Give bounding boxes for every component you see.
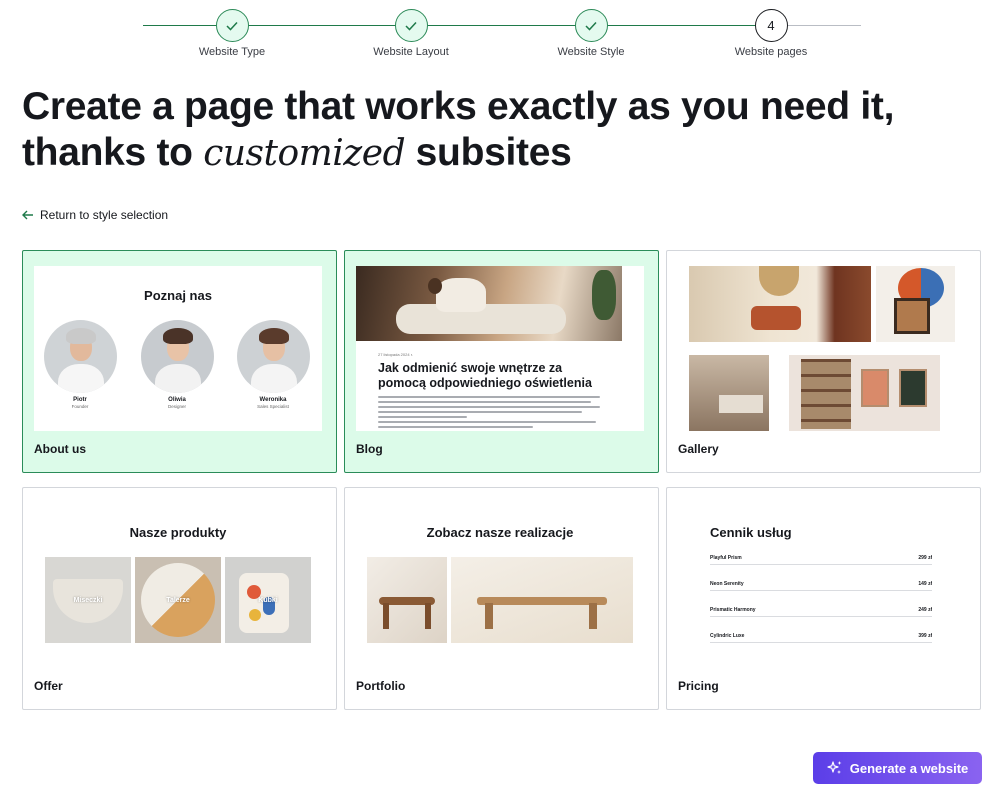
- gallery-image: [689, 355, 769, 431]
- step-website-type[interactable]: Website Type: [172, 9, 292, 58]
- title-line-1: Create a page that works exactly as you …: [22, 85, 895, 128]
- price-item-name: Prismatic Harmony: [710, 607, 756, 613]
- card-label: Gallery: [678, 442, 719, 456]
- step-label: Website Layout: [373, 46, 449, 58]
- blog-hero-image: [356, 266, 622, 341]
- team-photo: [43, 320, 117, 393]
- generate-website-button[interactable]: Generate a website: [813, 752, 982, 784]
- card-label: Blog: [356, 442, 383, 456]
- team-photo: [140, 320, 214, 393]
- gallery-preview: [678, 266, 966, 431]
- price-item-name: Neon Serenity: [710, 581, 744, 587]
- step-label: Website pages: [734, 46, 808, 58]
- team-member: Oliwia Designer: [137, 320, 217, 409]
- preview-title: Nasze produkty: [129, 525, 227, 540]
- page-card-about-us[interactable]: Poznaj nas Piotr Founder Oliwia Designer: [22, 250, 337, 473]
- team-member: Piotr Founder: [40, 320, 120, 409]
- blog-preview: 27 listopada 2024 r. Jak odmienić swoje …: [356, 266, 644, 431]
- sparkles-icon: [827, 761, 842, 774]
- portfolio-image: [367, 557, 447, 643]
- portfolio-preview: Zobacz nasze realizacje: [356, 503, 644, 668]
- title-line-2-start: thanks to: [22, 131, 204, 174]
- page-card-pricing[interactable]: Cennik usług Playful Prism 299 zł Neon S…: [666, 487, 981, 710]
- generate-button-label: Generate a website: [849, 760, 969, 776]
- blog-text-placeholder: [378, 396, 600, 431]
- blog-date: 27 listopada 2024 r.: [378, 352, 413, 357]
- offer-item: Miseczki: [45, 557, 131, 643]
- page-card-blog[interactable]: 27 listopada 2024 r. Jak odmienić swoje …: [344, 250, 659, 473]
- price-item-value: 249 zł: [918, 607, 932, 613]
- blog-title: Jak odmienić swoje wnętrze za pomocą odp…: [378, 361, 592, 390]
- return-link-label: Return to style selection: [40, 208, 169, 222]
- member-name: Oliwia: [168, 397, 186, 403]
- team-photo: [236, 320, 310, 393]
- offer-preview: Nasze produkty Miseczki Talerze Kubki: [34, 503, 322, 668]
- gallery-image: [789, 355, 940, 431]
- member-role: Designer: [167, 404, 186, 409]
- gallery-image: [689, 266, 871, 342]
- check-icon: [215, 9, 249, 42]
- title-line-2-end: subsites: [405, 131, 572, 174]
- portfolio-image: [451, 557, 633, 643]
- price-item-value: 299 zł: [918, 555, 932, 561]
- member-role: Sales Specialist: [257, 404, 289, 409]
- member-role: Founder: [71, 404, 89, 409]
- price-item-value: 399 zł: [918, 633, 932, 639]
- price-row: Playful Prism 299 zł: [710, 555, 932, 565]
- card-label: Offer: [34, 679, 63, 693]
- return-to-style-link[interactable]: Return to style selection: [22, 208, 168, 222]
- check-icon: [574, 9, 608, 42]
- gallery-image: [876, 266, 955, 342]
- preview-title: Poznaj nas: [144, 288, 212, 303]
- step-label: Website Style: [557, 46, 625, 58]
- preview-title: Cennik usług: [710, 525, 792, 540]
- card-label: Pricing: [678, 679, 719, 693]
- about-preview: Poznaj nas Piotr Founder Oliwia Designer: [34, 266, 322, 431]
- price-row: Cylindric Luxe 399 zł: [710, 633, 932, 643]
- offer-item-label: Kubki: [258, 596, 278, 604]
- price-item-name: Cylindric Luxe: [710, 633, 745, 639]
- page-card-offer[interactable]: Nasze produkty Miseczki Talerze Kubki Of…: [22, 487, 337, 710]
- offer-item: Talerze: [135, 557, 221, 643]
- price-row: Neon Serenity 149 zł: [710, 581, 932, 591]
- offer-item-label: Talerze: [166, 596, 190, 604]
- page-card-portfolio[interactable]: Zobacz nasze realizacje Portfolio: [344, 487, 659, 710]
- member-name: Piotr: [73, 397, 87, 403]
- offer-item-label: Miseczki: [73, 596, 103, 604]
- card-label: About us: [34, 442, 86, 456]
- team-member: Weronika Sales Specialist: [233, 320, 313, 409]
- price-row: Prismatic Harmony 249 zł: [710, 607, 932, 617]
- step-label: Website Type: [198, 46, 266, 58]
- step-website-pages[interactable]: 4 Website pages: [711, 9, 831, 58]
- preview-title: Zobacz nasze realizacje: [426, 525, 574, 540]
- step-website-layout[interactable]: Website Layout: [351, 9, 471, 58]
- card-label: Portfolio: [356, 679, 406, 693]
- offer-item: Kubki: [225, 557, 311, 643]
- price-item-name: Playful Prism: [710, 555, 742, 561]
- title-emphasis: customized: [203, 133, 406, 174]
- arrow-left-icon: [22, 210, 33, 220]
- page-card-gallery[interactable]: Gallery: [666, 250, 981, 473]
- price-item-value: 149 zł: [918, 581, 932, 587]
- progress-stepper: Website Type Website Layout Website Styl…: [0, 0, 1006, 70]
- check-icon: [394, 9, 428, 42]
- step-number: 4: [754, 9, 788, 42]
- step-website-style[interactable]: Website Style: [531, 9, 651, 58]
- pricing-preview: Cennik usług Playful Prism 299 zł Neon S…: [678, 503, 966, 668]
- member-name: Weronika: [259, 397, 287, 403]
- page-title: Create a page that works exactly as you …: [22, 84, 982, 177]
